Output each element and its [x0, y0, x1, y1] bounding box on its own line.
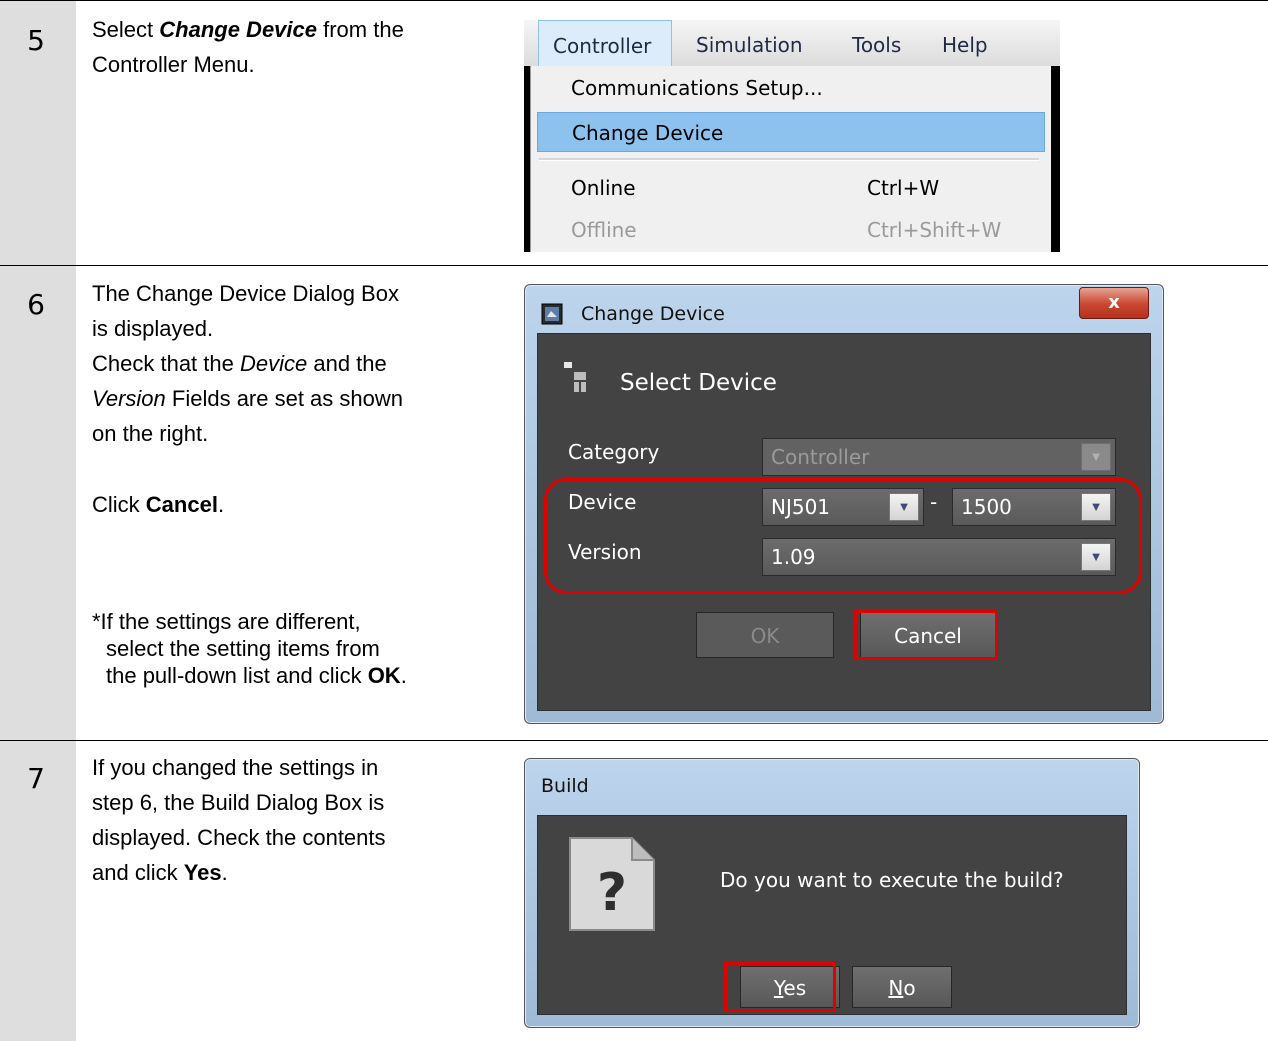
step-note: *If the settings are different, select t…	[92, 608, 407, 689]
dialog-title: Change Device	[581, 303, 725, 325]
menubar: Controller Simulation Tools Help	[524, 20, 1060, 66]
instruction-text: and click	[92, 860, 184, 885]
category-select: Controller ▼	[762, 438, 1116, 476]
note-text: select the setting items from	[106, 636, 380, 661]
step-instruction: Select Change Device from the Controller…	[92, 12, 404, 82]
chevron-down-icon: ▼	[1081, 443, 1111, 471]
menu-item-label: Communications Setup...	[571, 76, 823, 100]
row-divider	[0, 740, 1268, 741]
instruction-text: Fields are set as shown	[165, 386, 404, 411]
category-label: Category	[568, 440, 660, 464]
menu-separator	[539, 158, 1039, 161]
step-number-column	[0, 266, 76, 740]
instruction-text: on the right.	[92, 421, 209, 446]
top-rule	[0, 0, 1268, 1]
instruction-emphasis: Device	[239, 351, 308, 376]
button-label: o	[903, 976, 916, 1000]
menu-help[interactable]: Help	[942, 20, 988, 66]
question-document-icon: ?	[569, 837, 655, 931]
note-emphasis: OK	[367, 663, 401, 688]
menu-item-communications-setup[interactable]: Communications Setup...	[531, 68, 1047, 108]
instruction-text: Select	[92, 17, 160, 42]
instruction-emphasis: Cancel	[145, 492, 218, 517]
instruction-emphasis: Change Device	[159, 17, 317, 42]
yes-highlight	[724, 962, 836, 1012]
menu-item-offline: Offline Ctrl+Shift+W	[531, 210, 1047, 250]
step-number: 6	[27, 288, 45, 321]
instruction-emphasis: Yes	[183, 860, 222, 885]
controller-menu-screenshot: Controller Simulation Tools Help Communi…	[524, 20, 1060, 252]
menu-item-label: Online	[571, 176, 636, 200]
dialog-heading: Select Device	[620, 370, 777, 396]
instruction-text: Controller Menu.	[92, 52, 255, 77]
instruction-text: If you changed the settings in	[92, 755, 379, 780]
instruction-text: Check that the	[92, 351, 240, 376]
instruction-text: .	[221, 860, 228, 885]
dialog-title: Build	[541, 775, 589, 797]
device-icon	[564, 362, 586, 392]
menu-item-label: Offline	[571, 218, 637, 242]
category-value: Controller	[771, 445, 870, 469]
menu-item-label: Change Device	[572, 121, 724, 145]
instruction-text: and the	[307, 351, 387, 376]
no-button[interactable]: No	[852, 966, 952, 1008]
svg-text:?: ?	[597, 863, 627, 923]
menu-item-change-device[interactable]: Change Device	[537, 112, 1045, 152]
close-button[interactable]: x	[1079, 287, 1149, 319]
menu-item-shortcut: Ctrl+W	[867, 176, 940, 200]
instruction-emphasis: Version	[92, 386, 166, 411]
note-text: .	[400, 663, 407, 688]
mnemonic-letter: N	[888, 976, 904, 1000]
ok-button: OK	[696, 612, 834, 658]
instruction-text: .	[217, 492, 225, 517]
menu-item-online[interactable]: Online Ctrl+W	[531, 168, 1047, 208]
step-instruction: If you changed the settings in step 6, t…	[92, 750, 386, 890]
menu-simulation[interactable]: Simulation	[696, 20, 803, 66]
instruction-text: from the	[317, 17, 404, 42]
note-text: the pull-down list and click	[106, 663, 368, 688]
row-divider	[0, 265, 1268, 266]
note-text: *If the settings are different,	[92, 609, 361, 634]
menu-item-shortcut: Ctrl+Shift+W	[867, 218, 1002, 242]
instruction-text: The Change Device Dialog Box	[92, 281, 399, 306]
build-message: Do you want to execute the build?	[720, 868, 1064, 892]
step-instruction: The Change Device Dialog Box is displaye…	[92, 276, 403, 522]
device-version-highlight	[544, 478, 1142, 594]
menu-tools[interactable]: Tools	[852, 20, 901, 66]
instruction-text: step 6, the Build Dialog Box is	[92, 790, 385, 815]
instruction-text: is displayed.	[92, 316, 214, 341]
controller-dropdown: Communications Setup... Change Device On…	[530, 66, 1051, 252]
step-number: 5	[27, 24, 45, 57]
cancel-highlight	[854, 610, 998, 660]
app-icon	[541, 303, 563, 325]
instruction-text: displayed. Check the contents	[92, 825, 386, 850]
menu-controller[interactable]: Controller	[538, 20, 672, 66]
step-number: 7	[27, 762, 45, 795]
instruction-text: Click	[92, 492, 146, 517]
